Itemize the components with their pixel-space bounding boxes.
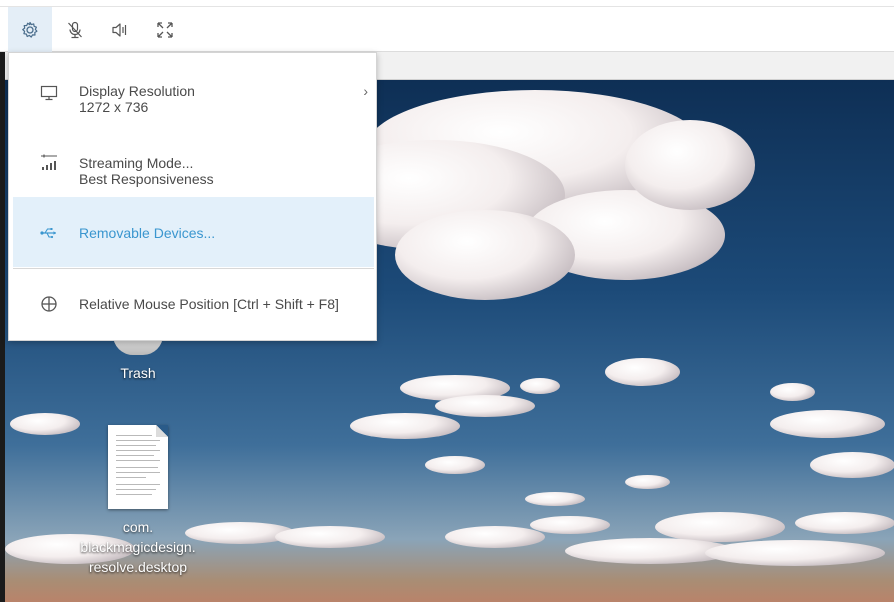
cloud xyxy=(275,526,385,548)
speaker-volume-icon xyxy=(112,22,127,37)
signal-bars-icon xyxy=(41,154,57,170)
menu-item-label: Relative Mouse Position [Ctrl + Shift + … xyxy=(79,296,339,312)
cloud xyxy=(605,358,680,386)
window-top-edge xyxy=(0,0,894,7)
toolbar xyxy=(0,7,894,52)
desktop-icon-resolve-desktop[interactable]: com. blackmagicdesign. resolve.desktop xyxy=(68,425,208,577)
settings-button[interactable] xyxy=(8,7,52,52)
menu-item-relative-mouse[interactable]: Relative Mouse Position [Ctrl + Shift + … xyxy=(13,269,374,337)
usb-icon xyxy=(40,228,56,239)
menu-item-sublabel: 1272 x 736 xyxy=(79,99,149,115)
menu-item-removable-devices[interactable]: Removable Devices... xyxy=(13,197,374,267)
menu-item-label: Streaming Mode... xyxy=(79,155,194,171)
cloud xyxy=(395,210,575,300)
cloud xyxy=(795,512,894,534)
cloud xyxy=(425,456,485,474)
desktop-icon-label-line: com. xyxy=(122,519,154,535)
fullscreen-button[interactable] xyxy=(143,7,187,52)
cloud xyxy=(350,413,460,439)
cloud xyxy=(770,410,885,438)
cloud xyxy=(770,383,815,401)
cloud xyxy=(625,120,755,210)
desktop-icon-trash[interactable]: Trash xyxy=(108,335,168,383)
gear-icon xyxy=(22,21,38,38)
desktop-icon-label: Trash xyxy=(120,365,156,381)
microphone-muted-icon xyxy=(68,21,82,38)
cloud xyxy=(445,526,545,548)
settings-menu: Display Resolution 1272 x 736 › Streamin… xyxy=(8,52,377,341)
crosshair-icon xyxy=(41,296,57,312)
audio-button[interactable] xyxy=(98,7,142,52)
cloud xyxy=(525,492,585,506)
fullscreen-icon xyxy=(157,21,173,38)
menu-item-display-resolution[interactable]: Display Resolution 1272 x 736 › xyxy=(13,57,374,127)
menu-item-label: Display Resolution xyxy=(79,83,195,99)
cloud xyxy=(520,378,560,394)
cloud xyxy=(705,540,885,566)
menu-item-sublabel: Best Responsiveness xyxy=(79,171,214,187)
menu-item-label: Removable Devices... xyxy=(79,225,216,241)
cloud xyxy=(435,395,535,417)
microphone-button[interactable] xyxy=(53,7,97,52)
menu-item-streaming-mode[interactable]: Streaming Mode... Best Responsiveness xyxy=(13,127,374,197)
desktop-icon-label-line: resolve.desktop xyxy=(88,559,188,575)
document-icon xyxy=(108,425,168,509)
cloud xyxy=(810,452,894,478)
cloud xyxy=(625,475,670,489)
cloud xyxy=(530,516,610,534)
monitor-icon xyxy=(40,85,58,101)
cloud xyxy=(655,512,785,542)
desktop-icon-label-line: blackmagicdesign. xyxy=(80,539,196,555)
chevron-right-icon: › xyxy=(363,83,368,99)
